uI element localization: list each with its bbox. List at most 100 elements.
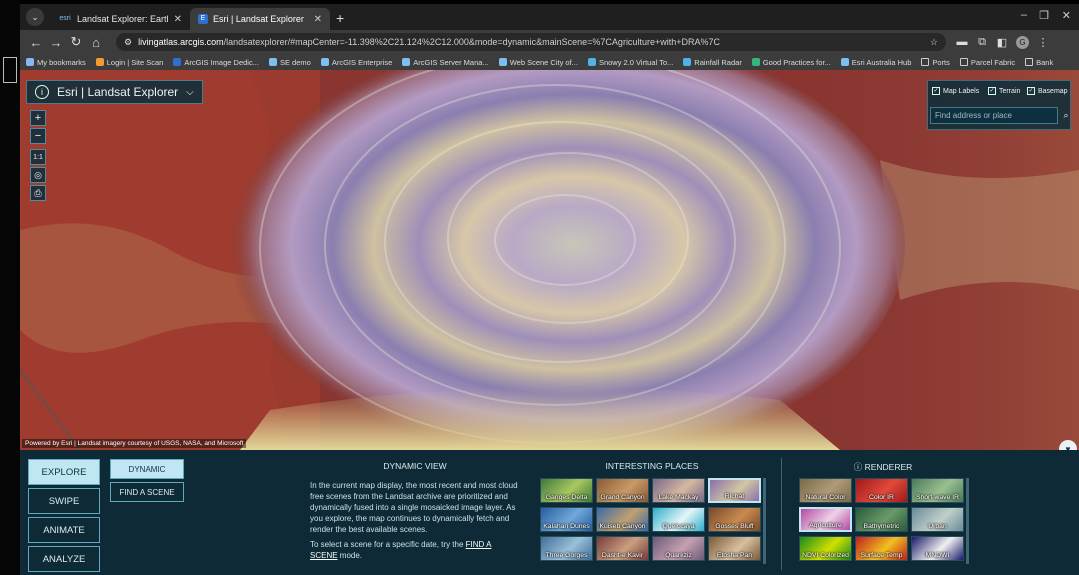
places-scrollbar[interactable]: [763, 478, 766, 564]
thumbnail-natural-color[interactable]: Natural Color: [799, 478, 852, 503]
home-icon[interactable]: ⌂: [86, 35, 106, 50]
back-icon[interactable]: ←: [26, 35, 46, 50]
thumbnail-ndvi-colorized[interactable]: NDVI Colorized: [799, 536, 852, 561]
bookmark-login-site-scan[interactable]: Login | Site Scan: [95, 57, 164, 67]
bookmark-web-scene-city-of[interactable]: Web Scene City of...: [498, 58, 578, 67]
thumbnail-lake-mackay[interactable]: Lake Mackay: [652, 478, 705, 503]
thumbnail-short-wave-ir[interactable]: Short-wave IR: [911, 478, 964, 503]
forward-icon[interactable]: →: [46, 35, 66, 50]
app-title-bar[interactable]: i Esri | Landsat Explorer ⌵: [26, 80, 203, 104]
extensions-icon[interactable]: ⧉: [972, 36, 992, 49]
folder-icon: [921, 58, 930, 66]
locate-icon[interactable]: ◎: [30, 167, 46, 183]
mode-explore-button[interactable]: EXPLORE: [28, 459, 100, 485]
bookmark-favicon-icon: [587, 58, 596, 66]
thumbnail-kuiseb-canyon[interactable]: Kuiseb Canyon: [596, 507, 649, 532]
thumbnail-kalahari-dunes[interactable]: Kalahari Dunes: [540, 507, 593, 532]
close-tab-icon[interactable]: ✕: [314, 14, 322, 25]
bookmark-arcgis-server-mana[interactable]: ArcGIS Server Mana...: [402, 57, 489, 67]
profile-avatar[interactable]: G: [1016, 35, 1029, 49]
media-icon[interactable]: ▬: [952, 36, 972, 48]
bookmark-star-icon[interactable]: ☆: [930, 37, 938, 48]
bookmark-label: Rainfall Radar: [694, 57, 742, 67]
bookmark-favicon-icon: [840, 58, 849, 66]
chevron-down-icon[interactable]: ⌵: [186, 87, 194, 98]
search-icon[interactable]: ⌕: [1060, 107, 1072, 124]
thumbnail-ganges-delta[interactable]: Ganges Delta: [540, 478, 593, 503]
browser-menu-icon[interactable]: ⋮: [1033, 36, 1053, 49]
url-field[interactable]: ⚙ livingatlas.arcgis.com/landsatexplorer…: [116, 33, 946, 51]
dynamic-view-hint: To select a scene for a specific date, t…: [310, 539, 520, 561]
info-icon[interactable]: i: [35, 85, 49, 99]
bookmark-esri-australia-hub[interactable]: Esri Australia Hub: [840, 58, 911, 67]
bookmark-arcgis-enterprise[interactable]: ArcGIS Enterprise: [320, 58, 392, 67]
thumbnail-label: Ganges Delta: [545, 494, 588, 501]
bookmark-ports[interactable]: Ports: [921, 58, 950, 67]
bookmark-label: SE demo: [279, 57, 311, 67]
thumbnail-bathymetric[interactable]: Bathymetric: [855, 507, 908, 532]
mode-animate-button[interactable]: ANIMATE: [28, 517, 100, 543]
bookmark-label: Login | Site Scan: [106, 57, 164, 67]
tab-search-icon[interactable]: ⌄: [26, 8, 44, 26]
new-tab-button[interactable]: +: [336, 10, 344, 26]
bookmark-my-bookmarks[interactable]: My bookmarks: [26, 58, 86, 67]
close-window-icon[interactable]: ✕: [1062, 9, 1071, 22]
thumbnail-label: Bathymetric: [863, 523, 900, 530]
thumbnail-gosses-bluff[interactable]: Gosses Bluff: [708, 507, 761, 532]
reload-icon[interactable]: ↻: [66, 34, 86, 50]
screenshot-icon[interactable]: ⎙: [30, 185, 46, 201]
thumbnail-grand-canyon[interactable]: Grand Canyon: [596, 478, 649, 503]
maximize-icon[interactable]: ❐: [1039, 9, 1049, 22]
mode-swipe-button[interactable]: SWIPE: [28, 488, 100, 514]
thumbnail-color-ir[interactable]: Color IR: [855, 478, 908, 503]
thumbnail-agriculture[interactable]: Agriculture: [799, 507, 852, 532]
terrain-toggle[interactable]: ✓ Terrain: [988, 87, 1020, 95]
zoom-out-button[interactable]: −: [30, 128, 46, 144]
bookmark-se-demo[interactable]: SE demo: [268, 57, 311, 67]
tab-esri-landsat-explorer[interactable]: E Esri | Landsat Explorer ✕: [190, 8, 330, 30]
thumbnail-label: Quelccaya: [662, 523, 695, 530]
submode-dynamic-button[interactable]: DYNAMIC: [110, 459, 184, 479]
bookmark-rainfall-radar[interactable]: Rainfall Radar: [683, 58, 742, 67]
thumbnail-richat[interactable]: Richat: [708, 478, 761, 503]
bookmark-favicon-icon: [683, 58, 692, 66]
info-icon[interactable]: ⓘ: [854, 462, 863, 472]
thumbnail-mndwi[interactable]: MNDWI: [911, 536, 964, 561]
bookmark-arcgis-image-dedic[interactable]: ArcGIS Image Dedic...: [173, 58, 259, 67]
thumbnail-three-gorges[interactable]: Three Gorges: [540, 536, 593, 561]
renderer-scrollbar[interactable]: [966, 478, 969, 564]
bookmark-bank[interactable]: Bank: [1025, 58, 1053, 67]
thumbnail-surface-temp[interactable]: Surface Temp: [855, 536, 908, 561]
thumbnail-etosha-pan[interactable]: Etosha Pan: [708, 536, 761, 561]
thumbnail-urban[interactable]: Urban: [911, 507, 964, 532]
url-host: livingatlas.arcgis.com: [138, 37, 224, 47]
bookmark-favicon-icon: [173, 58, 182, 66]
bookmarks-bar: My bookmarks Login | Site Scan ArcGIS Imag…: [20, 54, 1079, 70]
close-tab-icon[interactable]: ✕: [174, 14, 182, 25]
basemap-toggle[interactable]: ✓ Basemap: [1027, 87, 1068, 95]
tab-landsat-explorer-earth-science[interactable]: esri Landsat Explorer: Earth Science ✕: [50, 8, 190, 30]
bookmark-good-practices-for[interactable]: Good Practices for...: [751, 58, 831, 67]
bookmark-parcel-fabric[interactable]: Parcel Fabric: [959, 58, 1015, 67]
thumbnail-quelccaya[interactable]: Quelccaya: [652, 507, 705, 532]
thumbnail-quarkziz[interactable]: Quarkziz: [652, 536, 705, 561]
map-labels-toggle[interactable]: ✓ Map Labels: [932, 87, 979, 95]
submode-find-a-scene-button[interactable]: FIND A SCENE: [110, 482, 184, 502]
bookmark-label: Ports: [932, 57, 950, 67]
site-info-icon[interactable]: ⚙: [124, 37, 132, 48]
zoom-in-button[interactable]: +: [30, 110, 46, 126]
thumbnail-label: Natural Color: [805, 494, 846, 501]
mode-analyze-button[interactable]: ANALYZE: [28, 546, 100, 572]
map-view[interactable]: i Esri | Landsat Explorer ⌵ + − 1:1 ◎ ⎙ …: [20, 70, 1079, 450]
bookmark-snowy-2-0-virtual-to[interactable]: Snowy 2.0 Virtual To...: [587, 58, 673, 67]
thumbnail-label: Grand Canyon: [600, 494, 645, 501]
thumbnail-dasht-e-kavir[interactable]: Dasht-e Kavir: [596, 536, 649, 561]
hint-text-after: mode.: [337, 551, 363, 560]
bookmark-label: ArcGIS Server Mana...: [413, 57, 489, 67]
minimize-icon[interactable]: –: [1021, 9, 1027, 21]
thumbnail-label: NDVI Colorized: [802, 552, 849, 559]
search-input[interactable]: Find address or place: [930, 107, 1058, 124]
scale-button[interactable]: 1:1: [30, 149, 46, 165]
sidepanel-icon[interactable]: ◧: [992, 36, 1012, 49]
terrain-label: Terrain: [999, 87, 1021, 95]
